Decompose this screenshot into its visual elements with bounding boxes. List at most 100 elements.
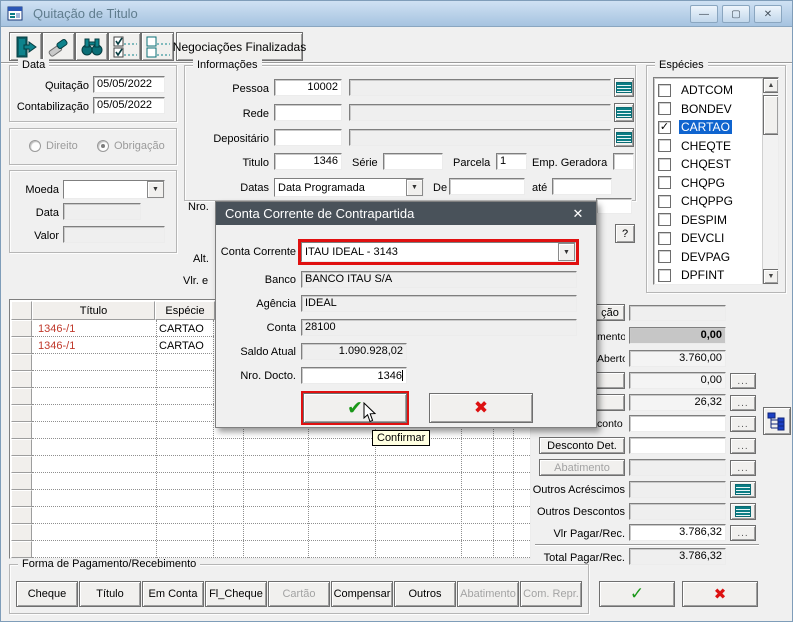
dialog-close-icon[interactable]: ✕ <box>568 205 588 222</box>
especies-item-label[interactable]: ADTCOM <box>679 83 735 97</box>
desconto-detail-button[interactable]: ... <box>730 416 756 432</box>
desconto-field[interactable] <box>629 415 726 432</box>
confirm-button[interactable]: ✓ <box>599 581 675 607</box>
close-button[interactable]: ✕ <box>754 5 782 23</box>
tree-button[interactable] <box>763 407 791 435</box>
forma-button-cart-o[interactable]: Cartão <box>268 581 330 607</box>
especies-item[interactable]: BONDEV <box>654 100 760 119</box>
grid-cell-especie[interactable]: CARTAO <box>159 323 204 335</box>
desconto-det-button[interactable]: Desconto Det. <box>539 437 625 454</box>
grid-row[interactable] <box>32 541 530 558</box>
abatimento-detail-button[interactable]: ... <box>730 460 756 476</box>
checkbox-checked-icon[interactable]: ✓ <box>658 120 671 134</box>
forma-button-com-repr-[interactable]: Com. Repr. <box>520 581 582 607</box>
outros-descontos-list-button[interactable] <box>730 503 756 520</box>
grid-row-selector[interactable] <box>11 456 32 473</box>
conta-corrente-dropdown-icon[interactable]: ▼ <box>558 243 575 261</box>
checkbox-icon[interactable] <box>658 231 671 245</box>
scrollbar-thumb[interactable] <box>763 95 778 135</box>
forma-button-em-conta[interactable]: Em Conta <box>142 581 204 607</box>
nro-docto-field[interactable]: 1346 <box>301 367 407 384</box>
grid-row-selector[interactable] <box>11 388 32 405</box>
juros-detail-button[interactable]: ... <box>730 373 756 389</box>
especies-scrollbar[interactable]: ▲ ▼ <box>762 78 778 284</box>
especies-item[interactable]: CHQEST <box>654 155 760 174</box>
grid-row[interactable] <box>32 524 530 541</box>
checkbox-icon[interactable] <box>658 250 671 264</box>
especies-item[interactable]: ADTCOM <box>654 81 760 100</box>
grid-row-selector[interactable] <box>11 507 32 524</box>
rede-lookup-button[interactable] <box>614 103 634 122</box>
checkbox-icon[interactable] <box>658 268 671 282</box>
grid-row-selector[interactable] <box>11 405 32 422</box>
direito-radio[interactable]: Direito <box>29 140 78 152</box>
conta-corrente-combobox[interactable]: ITAU IDEAL - 3143 ▼ <box>301 242 576 262</box>
especies-item-label[interactable]: DPFINT <box>679 268 726 282</box>
especies-item-label[interactable]: CHQEST <box>679 157 733 171</box>
grid-header-titulo[interactable]: Título <box>32 301 155 320</box>
especies-item-label[interactable]: CHQPPG <box>679 194 735 208</box>
especies-item[interactable]: ✓ CARTAO <box>654 118 760 137</box>
grid-row[interactable] <box>32 456 530 473</box>
dialog-title-bar[interactable]: Conta Corrente de Contrapartida <box>216 202 596 225</box>
forma-button-compensar[interactable]: Compensar <box>331 581 393 607</box>
dialog-confirm-button[interactable]: ✔ <box>303 393 407 423</box>
outros-acrescimos-list-button[interactable] <box>730 481 756 498</box>
grid-row[interactable] <box>32 473 530 490</box>
especies-item-label[interactable]: CHQPG <box>679 176 727 190</box>
grid-row[interactable] <box>32 490 530 507</box>
checkbox-icon[interactable] <box>658 139 671 153</box>
cancel-button[interactable]: ✖ <box>682 581 758 607</box>
vlr-pagar-field[interactable]: 3.786,32 <box>629 524 726 541</box>
especies-item-label[interactable]: DEVPAG <box>679 250 732 264</box>
ate-field[interactable] <box>552 178 612 195</box>
forma-button-outros[interactable]: Outros <box>394 581 456 607</box>
checkbox-icon[interactable] <box>658 157 671 171</box>
uncheck-all-button[interactable] <box>141 32 174 61</box>
grid-cell-titulo[interactable]: 1346-/1 <box>38 323 75 335</box>
grid-row[interactable] <box>32 507 530 524</box>
forma-button-t-tulo[interactable]: Título <box>79 581 141 607</box>
especies-item-label[interactable]: DESPIM <box>679 213 729 227</box>
grid-row-selector[interactable] <box>11 354 32 371</box>
grid-row-selector[interactable] <box>11 490 32 507</box>
nro-field-fragment[interactable] <box>596 198 632 214</box>
especies-item[interactable]: DEVCLI <box>654 229 760 248</box>
especies-item[interactable]: DPFINT <box>654 266 760 284</box>
especies-item[interactable]: CHEQTE <box>654 137 760 156</box>
forma-button-abatimento[interactable]: Abatimento <box>457 581 519 607</box>
pessoa-code-field[interactable]: 10002 <box>274 79 342 96</box>
scroll-down-icon[interactable]: ▼ <box>763 269 778 284</box>
checkbox-icon[interactable] <box>658 102 671 116</box>
negociacoes-finalizadas-button[interactable]: Negociações Finalizadas <box>173 32 306 61</box>
pessoa-lookup-button[interactable] <box>614 78 634 97</box>
checkbox-icon[interactable] <box>658 213 671 227</box>
multa-button-fragment[interactable] <box>595 394 625 411</box>
grid-header-especie[interactable]: Espécie <box>155 301 215 320</box>
grid-cell-titulo[interactable]: 1346-/1 <box>38 340 75 352</box>
especies-item[interactable]: CHQPG <box>654 174 760 193</box>
grid-cell-especie[interactable]: CARTAO <box>159 340 204 352</box>
scroll-up-icon[interactable]: ▲ <box>763 78 778 93</box>
grid-row-selector[interactable] <box>11 337 32 354</box>
grid-row-selector[interactable] <box>11 320 32 337</box>
contabilizacao-date-field[interactable]: 05/05/2022 <box>93 97 165 114</box>
datas-dropdown-icon[interactable]: ▼ <box>406 179 423 196</box>
check-all-button[interactable] <box>108 32 141 61</box>
maximize-button[interactable]: ▢ <box>722 5 750 23</box>
titulo-field[interactable]: 1346 <box>274 153 342 170</box>
serie-field[interactable] <box>383 153 443 170</box>
depositario-code-field[interactable] <box>274 129 342 146</box>
especies-item-label[interactable]: DEVCLI <box>679 231 726 245</box>
grid-row-selector[interactable] <box>11 541 32 558</box>
especies-item[interactable]: DEVPAG <box>654 248 760 267</box>
search-button[interactable] <box>75 32 108 61</box>
checkbox-icon[interactable] <box>658 194 671 208</box>
de-field[interactable] <box>449 178 525 195</box>
grid-row[interactable] <box>32 439 530 456</box>
especies-item[interactable]: DESPIM <box>654 211 760 230</box>
grid-row-selector[interactable] <box>11 422 32 439</box>
obrigacao-radio[interactable]: Obrigação <box>97 140 165 152</box>
exit-button[interactable] <box>9 32 42 61</box>
grid-row-selector[interactable] <box>11 473 32 490</box>
